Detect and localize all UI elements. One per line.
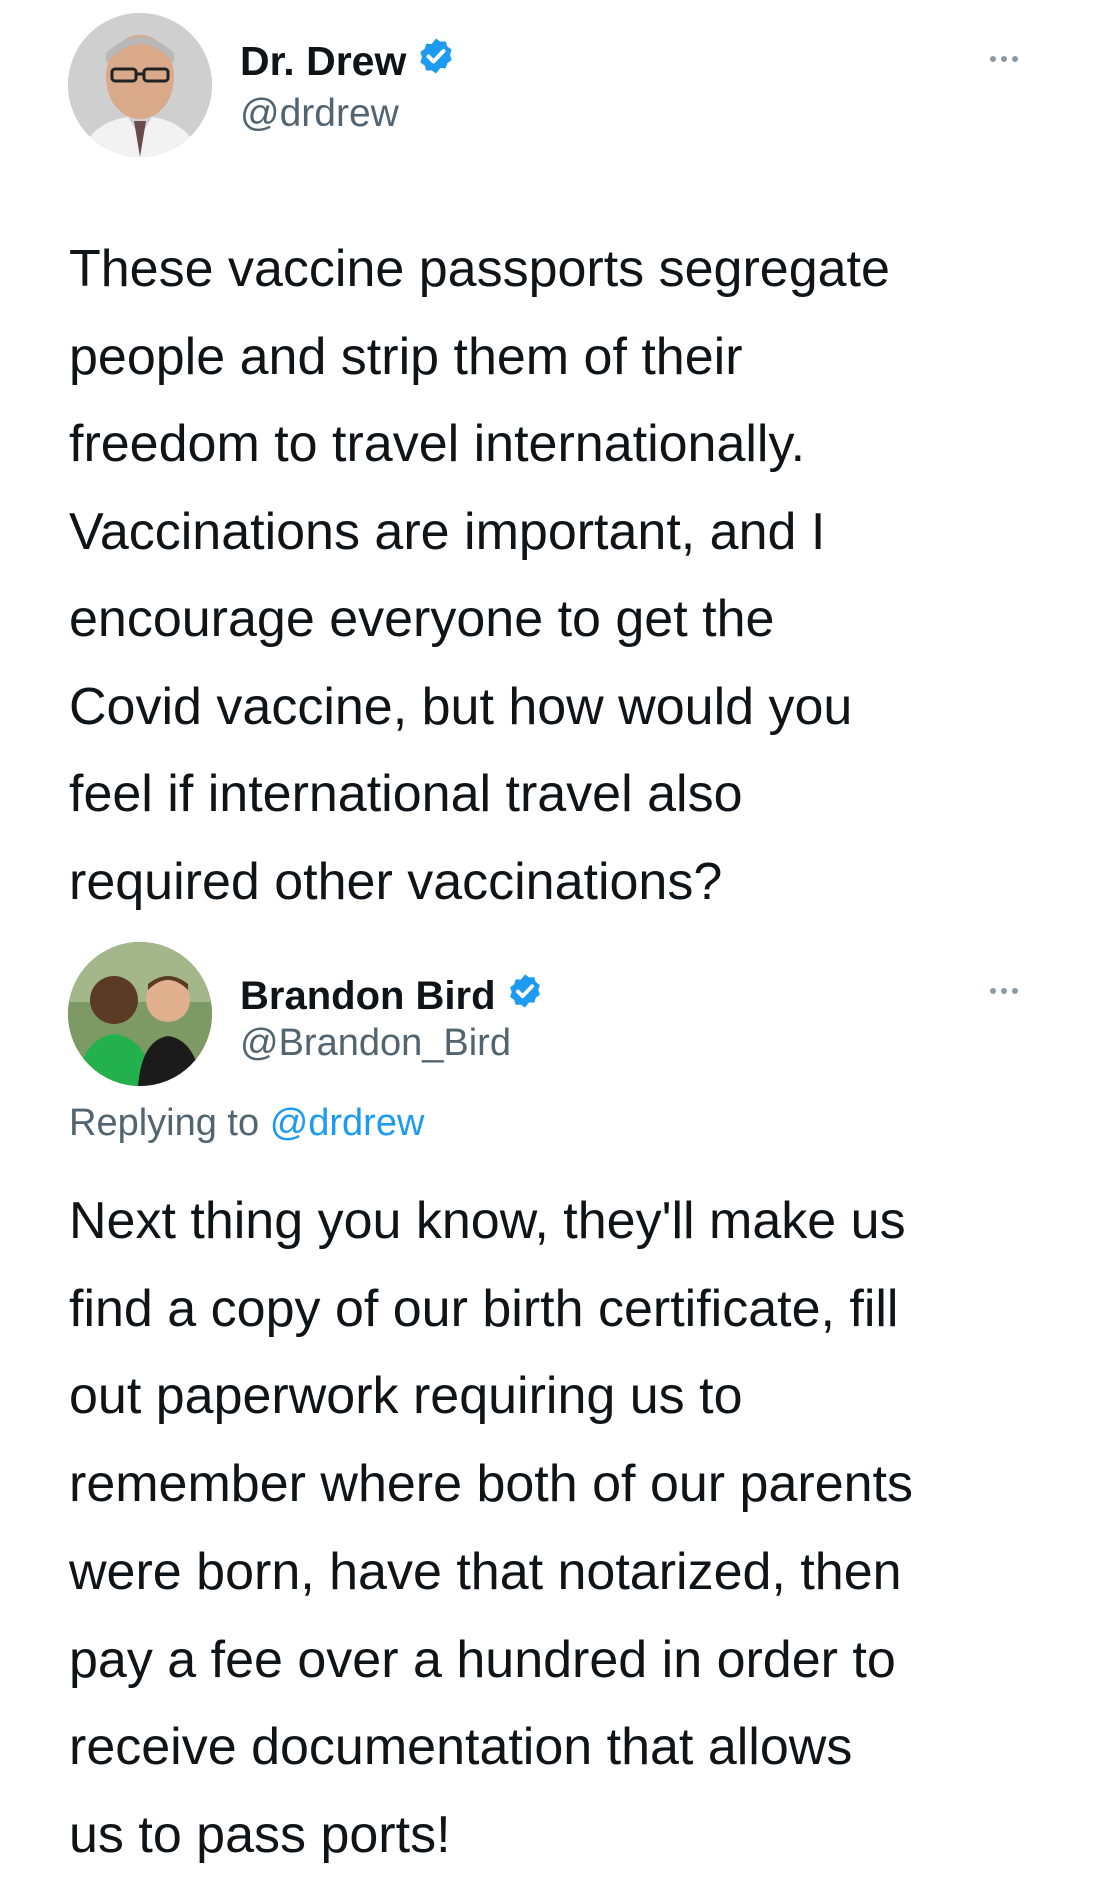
tweet-line: find a copy of our birth certificate, fi… — [69, 1279, 899, 1338]
tweet-line: required other vaccinations? — [69, 852, 723, 911]
tweet-line: remember where both of our parents — [69, 1455, 913, 1514]
tweet-line: freedom to travel internationally. — [69, 415, 806, 473]
tweet-line: Covid vaccine, but how would you — [69, 677, 853, 736]
author-name[interactable]: Dr. Drew — [240, 38, 406, 85]
verified-badge-icon — [506, 972, 544, 1020]
author-name[interactable]: Brandon Bird — [240, 974, 496, 1019]
tweet-line: out paperwork requiring us to — [69, 1367, 743, 1426]
tweet-body: These vaccine passports segregate people… — [69, 226, 1069, 926]
avatar-image — [68, 942, 212, 1086]
tweet-line: Next thing you know, they'll make us — [69, 1192, 906, 1250]
replying-to-label: Replying to — [69, 1102, 260, 1144]
tweet-line: Vaccinations are important, and I — [69, 502, 826, 561]
avatar-image — [68, 13, 212, 157]
avatar[interactable] — [68, 13, 212, 157]
tweet-screenshot: Dr. Drew @drdrew These vaccine passports… — [0, 0, 1111, 1900]
tweet-line: encourage everyone to get the — [69, 590, 775, 648]
tweet-line: were born, have that notarized, then — [69, 1542, 902, 1601]
tweet-line: us to pass ports! — [69, 1805, 451, 1864]
avatar[interactable] — [68, 942, 212, 1086]
verified-badge-icon — [416, 36, 456, 86]
author-handle[interactable]: @Brandon_Bird — [240, 1022, 511, 1065]
author-name-row[interactable]: Dr. Drew — [240, 36, 456, 86]
more-options-icon[interactable] — [990, 56, 1018, 62]
replying-to-line: Replying to @drdrew — [69, 1102, 424, 1145]
tweet-line: feel if international travel also — [69, 765, 743, 823]
tweet-line: receive documentation that allows — [69, 1718, 853, 1777]
tweet-line: pay a fee over a hundred in order to — [69, 1630, 896, 1689]
more-options-icon[interactable] — [990, 988, 1018, 994]
tweet-line: people and strip them of their — [69, 327, 743, 386]
author-name-row[interactable]: Brandon Bird — [240, 972, 544, 1020]
tweet-line: These vaccine passports segregate — [69, 240, 890, 298]
author-handle[interactable]: @drdrew — [240, 92, 399, 136]
replying-to-mention-link[interactable]: @drdrew — [270, 1102, 425, 1144]
tweet-body: Next thing you know, they'll make us fin… — [69, 1178, 1069, 1880]
